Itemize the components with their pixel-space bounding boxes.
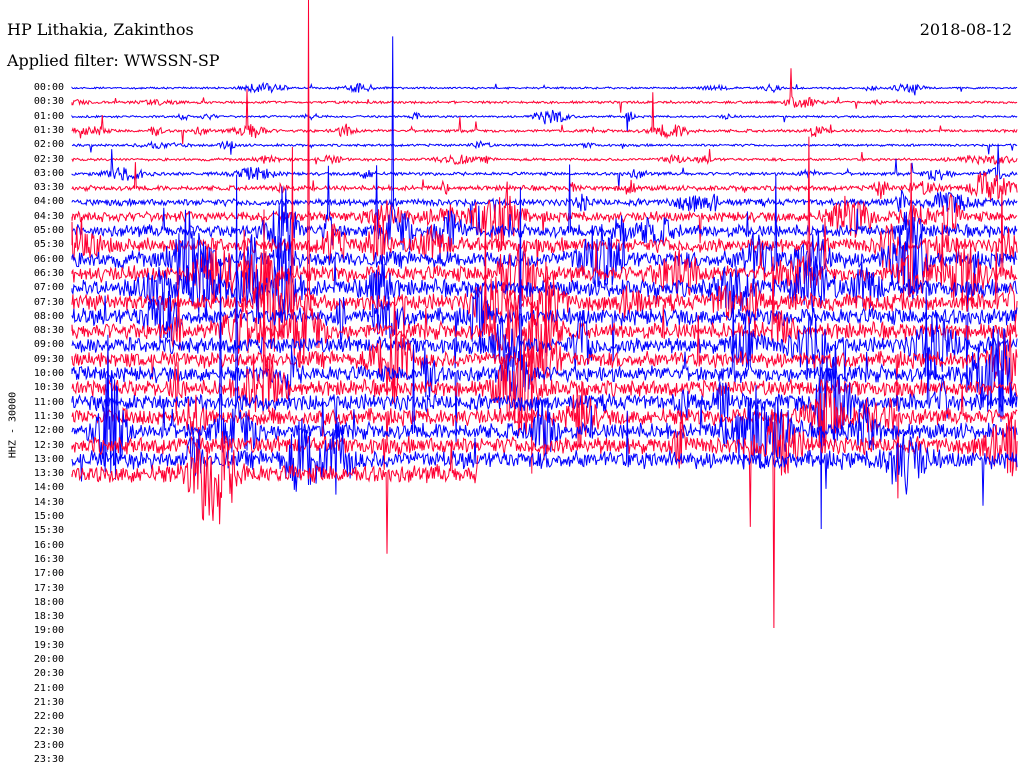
time-tick-label: 17:30 (33, 582, 64, 594)
time-tick-label: 08:00 (33, 310, 64, 322)
time-tick-label: 00:00 (33, 82, 64, 93)
time-tick-label: 13:00 (33, 453, 64, 465)
seismic-trace (71, 149, 1018, 166)
seismic-trace (71, 181, 1018, 250)
time-tick-label: 04:30 (33, 210, 64, 222)
time-tick-label: 13:30 (33, 468, 64, 480)
time-tick-label: 21:30 (33, 696, 64, 708)
time-tick-label: 20:00 (33, 654, 64, 665)
seismic-trace (71, 81, 1018, 96)
seismic-trace (71, 189, 1018, 229)
time-tick-label: 07:30 (33, 296, 64, 308)
time-tick-label: 22:00 (33, 711, 64, 723)
time-tick-label: 05:30 (33, 239, 64, 251)
time-axis: 00:00 00:30 01:00 01:30 02:00 02:30 03:00 03:30… (0, 0, 64, 780)
seismic-trace (71, 109, 1018, 132)
seismic-trace (71, 36, 1018, 262)
seismic-trace (71, 143, 1018, 190)
time-tick-label: 16:30 (33, 553, 64, 565)
time-tick-label: 16:00 (33, 539, 64, 551)
time-tick-label: 04:00 (33, 196, 64, 208)
time-tick-label: 19:30 (33, 639, 64, 651)
seismic-trace (71, 162, 1018, 203)
time-tick-label: 20:30 (33, 668, 64, 680)
time-tick-label: 07:00 (33, 282, 64, 294)
time-tick-label: 03:00 (33, 167, 64, 179)
seismic-trace (71, 412, 1018, 629)
time-tick-label: 09:00 (33, 339, 64, 351)
time-tick-label: 11:30 (33, 410, 64, 422)
time-tick-label: 18:00 (33, 596, 64, 608)
time-tick-label: 12:00 (33, 425, 64, 437)
time-tick-label: 18:30 (33, 611, 64, 623)
time-tick-label: 05:00 (33, 225, 64, 236)
time-tick-label: 19:00 (33, 625, 64, 637)
time-tick-label: 02:30 (33, 153, 64, 165)
time-tick-label: 09:30 (33, 353, 64, 365)
time-tick-label: 01:00 (33, 110, 64, 122)
time-tick-label: 12:30 (33, 439, 64, 451)
date-label: 2018-08-12 (919, 20, 1012, 39)
time-tick-label: 14:30 (33, 496, 64, 508)
time-tick-label: 10:30 (33, 382, 64, 394)
time-tick-label: 06:30 (33, 267, 64, 279)
seismic-trace (71, 140, 1018, 155)
time-tick-label: 23:30 (33, 754, 64, 766)
time-tick-label: 21:00 (33, 682, 64, 694)
time-tick-label: 06:00 (33, 253, 64, 265)
time-tick-label: 00:30 (33, 96, 64, 108)
time-tick-label: 15:00 (33, 511, 64, 522)
time-tick-label: 11:00 (33, 396, 64, 408)
helicorder-plot (71, 0, 1018, 629)
time-tick-label: 01:30 (33, 124, 64, 136)
time-tick-label: 08:30 (33, 325, 64, 337)
time-tick-label: 23:00 (33, 739, 64, 751)
time-tick-label: 03:30 (33, 182, 64, 194)
time-tick-label: 10:00 (33, 368, 64, 379)
time-tick-label: 02:00 (33, 139, 64, 151)
channel-label: HHZ - 30000 (7, 391, 19, 459)
time-tick-label: 14:00 (33, 482, 64, 494)
time-tick-label: 22:30 (33, 725, 64, 737)
time-tick-label: 17:00 (33, 568, 64, 580)
time-tick-label: 15:30 (33, 525, 64, 537)
